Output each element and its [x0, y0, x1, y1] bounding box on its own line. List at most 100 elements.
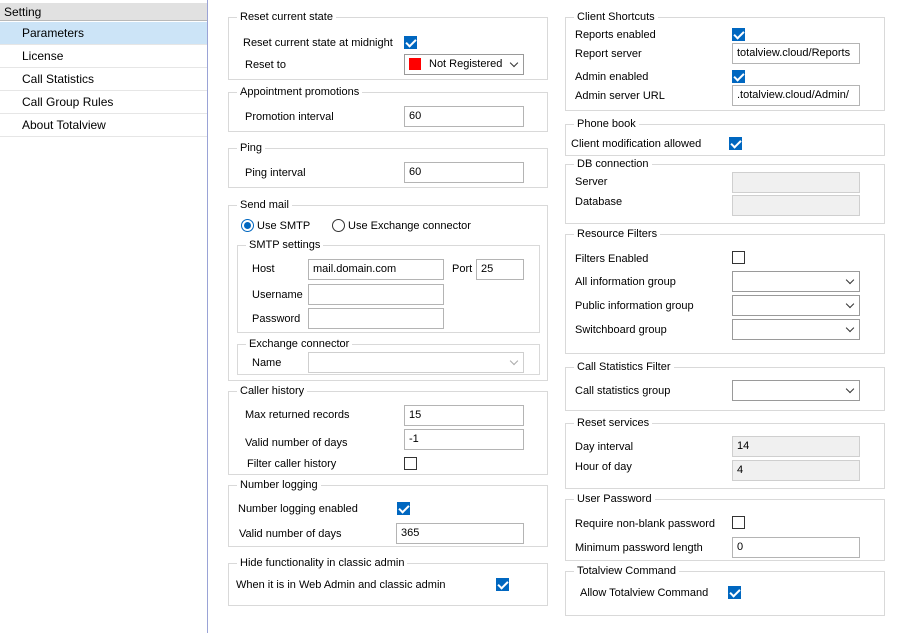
hour-of-day-input[interactable]: 4 — [732, 460, 860, 481]
chevron-down-icon — [845, 384, 855, 394]
host-input[interactable]: mail.domain.com — [308, 259, 444, 280]
client-modification-checkbox[interactable] — [729, 137, 742, 150]
logging-days-input[interactable]: 365 — [396, 523, 524, 544]
switchboard-group-label: Switchboard group — [575, 324, 667, 336]
client-modification-label: Client modification allowed — [571, 138, 702, 150]
password-label: Password — [252, 313, 301, 325]
sidebar-item-license[interactable]: License — [0, 45, 207, 68]
sidebar-item-parameters[interactable]: Parameters — [0, 22, 207, 45]
sidebar-item-call-group-rules[interactable]: Call Group Rules — [0, 91, 207, 114]
sidebar-item-call-statistics[interactable]: Call Statistics — [0, 68, 207, 91]
password-input[interactable] — [308, 308, 444, 329]
chevron-down-icon — [509, 356, 519, 366]
appointment-title: Appointment promotions — [237, 85, 363, 99]
promotion-interval-label: Promotion interval — [245, 111, 334, 123]
report-server-label: Report server — [575, 48, 642, 60]
hide-functionality-checkbox[interactable] — [496, 578, 509, 591]
ping-interval-input[interactable]: 60 — [404, 162, 524, 183]
min-password-length-input[interactable]: 0 — [732, 537, 860, 558]
allow-command-label: Allow Totalview Command — [580, 587, 709, 599]
report-server-input[interactable]: totalview.cloud/Reports — [732, 43, 860, 64]
sidebar-header: Setting — [0, 3, 207, 21]
call-stats-group-select[interactable] — [732, 380, 860, 401]
day-interval-input[interactable]: 14 — [732, 436, 860, 457]
db-connection-title: DB connection — [574, 157, 652, 171]
filter-caller-checkbox[interactable] — [404, 457, 417, 470]
call-stats-filter-title: Call Statistics Filter — [574, 360, 674, 374]
allow-command-checkbox[interactable] — [728, 586, 741, 599]
port-input[interactable]: 25 — [476, 259, 524, 280]
use-exchange-label: Use Exchange connector — [348, 220, 471, 232]
number-logging-title: Number logging — [237, 478, 321, 492]
admin-url-input[interactable]: .totalview.cloud/Admin/ — [732, 85, 860, 106]
chevron-down-icon — [845, 323, 855, 333]
smtp-settings-title: SMTP settings — [246, 238, 324, 252]
hide-functionality-label: When it is in Web Admin and classic admi… — [236, 579, 446, 591]
min-password-length-label: Minimum password length — [575, 542, 703, 554]
resource-filters-title: Resource Filters — [574, 227, 661, 241]
caller-days-input[interactable]: -1 — [404, 429, 524, 450]
db-database-input[interactable] — [732, 195, 860, 216]
hour-of-day-label: Hour of day — [575, 461, 632, 473]
reset-to-label: Reset to — [245, 59, 286, 71]
nonblank-password-label: Require non-blank password — [575, 518, 716, 530]
max-records-input[interactable]: 15 — [404, 405, 524, 426]
filters-enabled-checkbox[interactable] — [732, 251, 745, 264]
all-info-group-label: All information group — [575, 276, 676, 288]
hide-functionality-title: Hide functionality in classic admin — [237, 556, 408, 570]
settings-sidebar: Setting Parameters License Call Statisti… — [0, 0, 208, 633]
sidebar-item-about-totalview[interactable]: About Totalview — [0, 114, 207, 137]
reset-to-select[interactable]: Not Registered — [404, 54, 524, 75]
admin-enabled-label: Admin enabled — [575, 71, 649, 83]
max-records-label: Max returned records — [245, 409, 350, 421]
totalview-command-title: Totalview Command — [574, 564, 680, 578]
public-info-group-select[interactable] — [732, 295, 860, 316]
chevron-down-icon — [845, 275, 855, 285]
user-password-title: User Password — [574, 492, 655, 506]
port-label: Port — [452, 263, 473, 275]
public-info-group-label: Public information group — [575, 300, 694, 312]
number-logging-enabled-label: Number logging enabled — [238, 503, 358, 515]
reports-enabled-label: Reports enabled — [575, 29, 656, 41]
admin-enabled-checkbox[interactable] — [732, 70, 745, 83]
reset-midnight-label: Reset current state at midnight — [243, 37, 393, 49]
filter-caller-label: Filter caller history — [247, 458, 337, 470]
reports-enabled-checkbox[interactable] — [732, 28, 745, 41]
client-shortcuts-title: Client Shortcuts — [574, 10, 658, 24]
host-label: Host — [252, 263, 275, 275]
nonblank-password-checkbox[interactable] — [732, 516, 745, 529]
exchange-connector-title: Exchange connector — [246, 337, 353, 351]
ping-title: Ping — [237, 141, 266, 155]
username-label: Username — [252, 289, 303, 301]
admin-url-label: Admin server URL — [575, 90, 665, 102]
chevron-down-icon — [509, 58, 519, 68]
db-database-label: Database — [575, 196, 623, 208]
reset-midnight-checkbox[interactable] — [404, 36, 417, 49]
db-server-label: Server — [575, 176, 608, 188]
status-color-swatch — [409, 58, 421, 70]
call-stats-group-label: Call statistics group — [575, 385, 671, 397]
use-smtp-label: Use SMTP — [257, 220, 311, 232]
send-mail-title: Send mail — [237, 198, 292, 212]
switchboard-group-select[interactable] — [732, 319, 860, 340]
ping-interval-label: Ping interval — [245, 167, 306, 179]
use-exchange-radio[interactable] — [332, 219, 345, 232]
chevron-down-icon — [845, 299, 855, 309]
caller-days-label: Valid number of days — [245, 437, 348, 449]
db-server-input[interactable] — [732, 172, 860, 193]
use-smtp-radio[interactable] — [241, 219, 254, 232]
reset-services-title: Reset services — [574, 416, 653, 430]
caller-history-title: Caller history — [237, 384, 308, 398]
all-info-group-select[interactable] — [732, 271, 860, 292]
username-input[interactable] — [308, 284, 444, 305]
exchange-name-label: Name — [252, 357, 282, 369]
number-logging-enabled-checkbox[interactable] — [397, 502, 410, 515]
reset-state-title: Reset current state — [237, 10, 336, 24]
logging-days-label: Valid number of days — [239, 528, 342, 540]
exchange-name-select[interactable] — [308, 352, 524, 373]
filters-enabled-label: Filters Enabled — [575, 253, 649, 265]
promotion-interval-input[interactable]: 60 — [404, 106, 524, 127]
phone-book-title: Phone book — [574, 117, 639, 131]
day-interval-label: Day interval — [575, 441, 634, 453]
reset-to-value: Not Registered — [429, 58, 503, 70]
